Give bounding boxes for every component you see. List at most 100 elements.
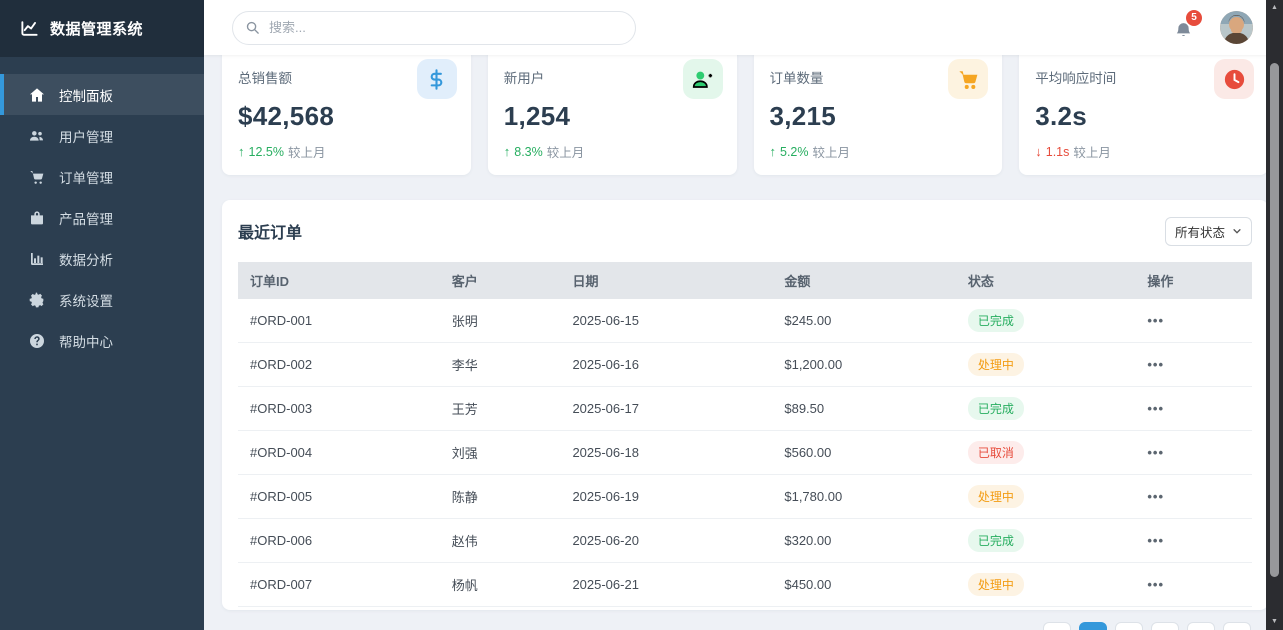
stat-change: ↓1.1s较上月 — [1035, 142, 1252, 161]
order-date: 2025-06-16 — [560, 343, 772, 387]
status-badge: 处理中 — [968, 573, 1024, 596]
column-header-5: 状态 — [956, 262, 1135, 299]
status-badge: 处理中 — [968, 485, 1024, 508]
order-customer: 张明 — [440, 299, 561, 343]
stat-card-4: 平均响应时间3.2s↓1.1s较上月 — [1019, 55, 1268, 175]
row-actions-button[interactable]: ••• — [1147, 533, 1164, 548]
order-customer: 王芳 — [440, 387, 561, 431]
order-date: 2025-06-21 — [560, 563, 772, 607]
row-actions-button[interactable]: ••• — [1147, 313, 1164, 328]
sidebar-item-label: 订单管理 — [59, 167, 113, 187]
chevron-down-icon — [1232, 226, 1242, 236]
sidebar-item-1[interactable]: 控制面板 — [0, 74, 204, 115]
sidebar-item-6[interactable]: 系统设置 — [0, 279, 204, 320]
stat-change-value: 8.3% — [514, 145, 543, 159]
app-logo: 数据管理系统 — [0, 0, 204, 57]
sidebar: 数据管理系统 控制面板用户管理订单管理产品管理数据分析系统设置帮助中心 — [0, 0, 204, 630]
order-date: 2025-06-17 — [560, 387, 772, 431]
content-area: 总销售额$42,568↑12.5%较上月新用户1,254↑8.3%较上月订单数量… — [204, 55, 1283, 630]
pagination-next-button[interactable]: › — [1223, 622, 1251, 630]
column-header-2: 客户 — [440, 262, 561, 299]
stat-change: ↑12.5%较上月 — [238, 142, 455, 161]
stat-value: 1,254 — [504, 101, 721, 132]
order-amount: $245.00 — [772, 299, 956, 343]
stat-card-1: 总销售额$42,568↑12.5%较上月 — [222, 55, 471, 175]
row-actions-button[interactable]: ••• — [1147, 489, 1164, 504]
order-amount: $89.50 — [772, 387, 956, 431]
avatar-image — [1220, 11, 1253, 44]
pagination-page-3[interactable]: 3 — [1151, 622, 1179, 630]
row-actions-button[interactable]: ••• — [1147, 445, 1164, 460]
pagination-prev-button[interactable]: ‹ — [1043, 622, 1071, 630]
notifications-button[interactable]: 5 — [1174, 17, 1194, 39]
sidebar-item-label: 系统设置 — [59, 290, 113, 310]
sidebar-item-label: 帮助中心 — [59, 331, 113, 351]
column-header-6: 操作 — [1135, 262, 1252, 299]
chart-line-icon — [20, 19, 39, 38]
stat-change-value: 12.5% — [249, 145, 284, 159]
pagination-page-4[interactable]: 4 — [1187, 622, 1215, 630]
order-date: 2025-06-20 — [560, 519, 772, 563]
app-window: 数据管理系统 控制面板用户管理订单管理产品管理数据分析系统设置帮助中心 5 — [0, 0, 1283, 630]
orders-table: 订单ID客户日期金额状态操作 #ORD-001张明2025-06-15$245.… — [238, 262, 1252, 607]
stat-change-value: 1.1s — [1046, 145, 1070, 159]
scroll-up-arrow-icon[interactable]: ▲ — [1266, 3, 1283, 13]
order-id: #ORD-004 — [238, 431, 440, 475]
order-id: #ORD-003 — [238, 387, 440, 431]
order-id: #ORD-005 — [238, 475, 440, 519]
row-actions-button[interactable]: ••• — [1147, 401, 1164, 416]
product-icon — [28, 209, 45, 226]
user-plus-icon — [683, 59, 723, 99]
stat-value: 3,215 — [770, 101, 987, 132]
panel-title: 最近订单 — [238, 219, 302, 243]
scrollbar-thumb[interactable] — [1270, 63, 1279, 577]
pagination-page-1[interactable]: 1 — [1079, 622, 1107, 630]
sidebar-item-4[interactable]: 产品管理 — [0, 197, 204, 238]
status-badge: 已完成 — [968, 397, 1024, 420]
order-amount: $1,780.00 — [772, 475, 956, 519]
search-icon — [245, 20, 260, 35]
recent-orders-panel: 最近订单 所有状态 订单ID客户日期金额状态操作 #ORD-001张明2025-… — [222, 200, 1268, 610]
sidebar-item-2[interactable]: 用户管理 — [0, 115, 204, 156]
scroll-down-arrow-icon[interactable]: ▼ — [1266, 617, 1283, 627]
order-id: #ORD-001 — [238, 299, 440, 343]
cart-icon — [28, 168, 45, 185]
arrow-up-icon: ↑ — [770, 144, 777, 159]
user-avatar[interactable] — [1220, 11, 1253, 44]
gear-icon — [28, 291, 45, 308]
search-box[interactable] — [232, 11, 636, 45]
stat-change-suffix: 较上月 — [1073, 142, 1111, 161]
row-actions-button[interactable]: ••• — [1147, 577, 1164, 592]
clock-icon — [1214, 59, 1254, 99]
pagination: ‹ 1234 › — [238, 622, 1252, 630]
sidebar-item-3[interactable]: 订单管理 — [0, 156, 204, 197]
stat-change-suffix: 较上月 — [288, 142, 326, 161]
top-header: 5 — [204, 0, 1283, 55]
row-actions-button[interactable]: ••• — [1147, 357, 1164, 372]
stat-value: 3.2s — [1035, 101, 1252, 132]
table-row: #ORD-005陈静2025-06-19$1,780.00处理中••• — [238, 475, 1252, 519]
help-icon — [28, 332, 45, 349]
search-input[interactable] — [269, 20, 623, 35]
order-date: 2025-06-15 — [560, 299, 772, 343]
column-header-1: 订单ID — [238, 262, 440, 299]
status-filter-select[interactable]: 所有状态 — [1165, 217, 1252, 246]
status-badge: 已取消 — [968, 441, 1024, 464]
stat-change: ↑8.3%较上月 — [504, 142, 721, 161]
notification-badge: 5 — [1186, 10, 1202, 26]
order-customer: 陈静 — [440, 475, 561, 519]
order-date: 2025-06-18 — [560, 431, 772, 475]
order-amount: $320.00 — [772, 519, 956, 563]
pagination-page-2[interactable]: 2 — [1115, 622, 1143, 630]
sidebar-item-7[interactable]: 帮助中心 — [0, 320, 204, 361]
sidebar-item-5[interactable]: 数据分析 — [0, 238, 204, 279]
window-scrollbar[interactable]: ▲ ▼ — [1266, 0, 1283, 630]
app-title: 数据管理系统 — [50, 18, 143, 39]
status-filter-value: 所有状态 — [1175, 222, 1225, 241]
order-customer: 李华 — [440, 343, 561, 387]
stat-change-value: 5.2% — [780, 145, 809, 159]
order-customer: 杨帆 — [440, 563, 561, 607]
stat-change: ↑5.2%较上月 — [770, 142, 987, 161]
column-header-4: 金额 — [772, 262, 956, 299]
order-id: #ORD-007 — [238, 563, 440, 607]
